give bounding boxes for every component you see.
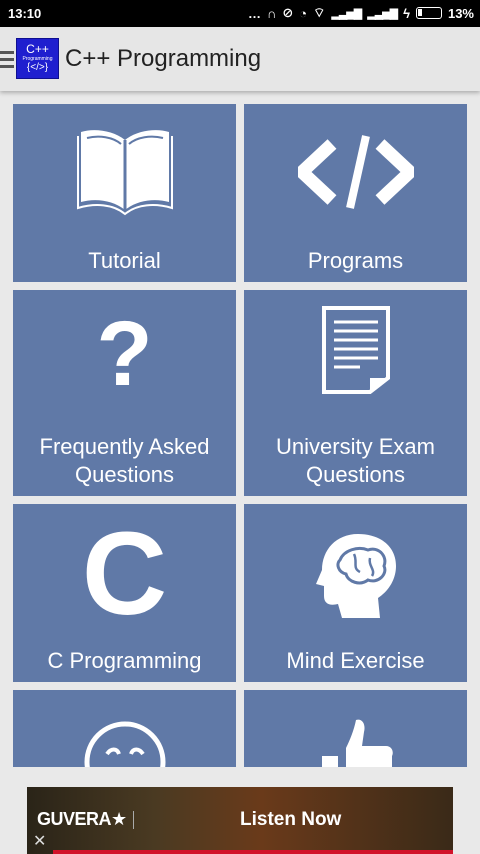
status-bar: 13:10 … ∩ ⊘ ◔ ⌔ ▂▃▅▇ ▂▃▅▇ ϟ 13% [0,0,480,27]
question-mark-icon: ? [96,303,153,405]
code-brackets-icon [297,135,414,209]
tile-tutorial[interactable]: Tutorial [13,104,236,282]
menu-grid: Tutorial Programs ? Frequently Asked Que… [13,104,467,767]
open-book-icon [76,130,173,216]
status-time: 13:10 [8,6,42,21]
battery-percent: 13% [447,5,474,21]
tile-label: Programs [307,248,404,273]
letter-c-icon: C [81,508,168,640]
document-icon [321,306,390,394]
ad-brand: GUVERA★ [37,809,127,829]
tile-partial-smiley[interactable] [13,690,236,767]
battery-icon [415,7,442,19]
charging-icon: ϟ [403,5,410,21]
logo-line1: C++ [26,42,49,56]
ad-separator [133,811,134,829]
app-bar: C++ Programming {</>} C++ Programming [0,27,480,91]
tile-label-line1: Frequently Asked [39,434,210,459]
tile-label: C Programming [47,648,202,673]
more-notifications-icon: … [248,5,261,21]
status-icons: … ∩ ⊘ ◔ ⌔ ▂▃▅▇ ▂▃▅▇ ϟ 13% [248,5,474,21]
ad-red-bar [53,850,453,854]
tile-university-exam[interactable]: University Exam Questions [244,290,467,496]
thumbs-up-icon [321,719,393,767]
ad-listen-now-button[interactable]: Listen Now [240,809,341,831]
tile-faq[interactable]: ? Frequently Asked Questions [13,290,236,496]
brain-head-icon [315,534,396,618]
tile-label-line2: Questions [305,462,406,487]
signal-icon-1: ▂▃▅▇ [331,7,362,20]
tile-label: Mind Exercise [286,648,425,673]
alarm-off-icon: ⊘ [282,5,294,20]
tile-c-programming[interactable]: C C Programming [13,504,236,682]
tile-label-line1: University Exam [276,434,435,459]
alarm-clock-icon: ◔ [299,5,308,21]
wifi-icon: ⌔ [313,5,326,20]
ad-banner[interactable]: GUVERA★ Listen Now ✕ [27,787,453,854]
app-logo[interactable]: C++ Programming {</>} [16,38,59,79]
menu-icon[interactable] [0,51,14,72]
logo-line3: {</>} [26,62,49,73]
ad-close-icon[interactable]: ✕ [33,831,46,851]
tile-programs[interactable]: Programs [244,104,467,282]
page-title: C++ Programming [65,45,262,72]
signal-icon-2: ▂▃▅▇ [367,7,398,20]
tile-partial-thumbs-up[interactable] [244,690,467,767]
tile-label-line2: Questions [74,462,175,487]
tile-mind-exercise[interactable]: Mind Exercise [244,504,467,682]
headset-icon: ∩ [267,5,277,21]
tile-label: Tutorial [88,248,161,273]
smiley-icon [84,721,165,767]
